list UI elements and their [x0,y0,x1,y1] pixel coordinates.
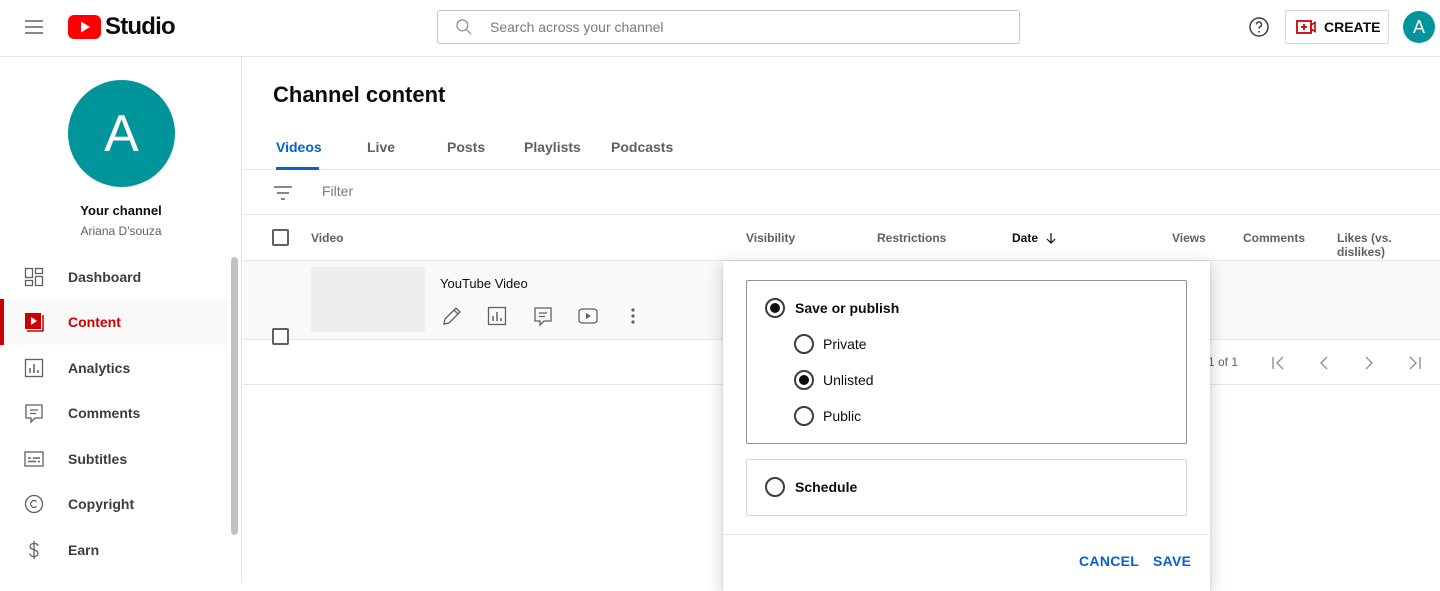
cancel-button[interactable]: CANCEL [1079,553,1139,569]
tab-videos[interactable]: Videos [276,139,322,170]
page-indicator: 1 of 1 [1208,355,1239,369]
sidebar-item-content[interactable]: Content [0,299,228,345]
analytics-icon [24,358,44,378]
sidebar-item-label: Subtitles [68,451,128,467]
studio-logo[interactable]: Studio [68,13,176,41]
sidebar-item-label: Dashboard [68,269,142,285]
schedule-radio[interactable] [765,477,785,497]
sidebar-item-label: Content [68,314,121,330]
schedule-label[interactable]: Schedule [795,479,857,495]
sidebar-item-label: Comments [68,405,141,421]
analytics-icon[interactable] [485,304,509,328]
column-date[interactable]: Date [1012,231,1058,245]
logo-text: Studio [105,13,176,40]
page-title: Channel content [273,82,446,107]
sidebar-scrollbar[interactable] [231,257,238,535]
column-likes[interactable]: Likes (vs. dislikes) [1337,231,1440,259]
private-radio[interactable] [794,334,814,354]
account-avatar[interactable]: A [1403,11,1435,43]
table-header: Video Visibility Restrictions Date Views… [243,215,1440,261]
save-or-publish-label[interactable]: Save or publish [795,300,899,316]
select-all-checkbox[interactable] [272,229,289,246]
video-title[interactable]: YouTube Video [440,276,528,291]
next-page-icon[interactable] [1357,351,1381,375]
column-visibility[interactable]: Visibility [746,231,795,245]
content-icon [25,313,44,332]
private-label[interactable]: Private [823,336,867,352]
edit-pencil-icon[interactable] [440,304,464,328]
sidebar-item-analytics[interactable]: Analytics [0,345,228,391]
channel-name: Ariana D'souza [80,224,162,238]
column-date-label: Date [1012,231,1039,245]
comments-icon[interactable] [531,304,555,328]
sidebar: A Your channel Ariana D'souza Dashboard … [0,57,242,583]
create-button[interactable]: CREATE [1285,10,1389,44]
filter-input[interactable] [322,183,622,199]
popup-footer: CANCEL SAVE [723,534,1210,591]
youtube-play-icon[interactable] [576,304,600,328]
unlisted-label[interactable]: Unlisted [823,372,874,388]
tab-posts[interactable]: Posts [447,139,485,170]
tab-podcasts[interactable]: Podcasts [611,139,673,170]
more-options-icon[interactable] [621,304,645,328]
tab-live[interactable]: Live [367,139,395,170]
search-input[interactable] [490,19,990,35]
column-video: Video [311,231,344,245]
last-page-icon[interactable] [1403,351,1427,375]
content-tabs: Videos Live Posts Playlists Podcasts [243,129,1440,170]
hamburger-menu-icon[interactable] [22,15,46,39]
sidebar-item-copyright[interactable]: Copyright [0,481,228,527]
previous-page-icon[interactable] [1312,351,1336,375]
sidebar-item-subtitles[interactable]: Subtitles [0,436,228,482]
sidebar-item-label: Earn [68,542,100,558]
sidebar-item-dashboard[interactable]: Dashboard [0,254,228,300]
filter-bar [243,170,1440,215]
search-icon [456,19,472,35]
column-views[interactable]: Views [1172,231,1206,245]
channel-avatar[interactable]: A [68,80,175,187]
video-thumbnail[interactable] [311,267,425,332]
subtitles-icon [24,451,44,467]
copyright-icon [24,494,44,514]
create-video-icon [1296,20,1316,34]
tab-playlists[interactable]: Playlists [524,139,581,170]
first-page-icon[interactable] [1266,351,1290,375]
save-button[interactable]: SAVE [1153,553,1191,569]
unlisted-radio[interactable] [794,370,814,390]
help-icon[interactable] [1247,15,1271,39]
dashboard-icon [24,267,44,287]
sidebar-item-comments[interactable]: Comments [0,390,228,436]
earn-icon [29,541,39,559]
save-or-publish-radio[interactable] [765,298,785,318]
save-or-publish-section: Save or publish Private Unlisted Public [746,280,1187,444]
youtube-logo-icon [68,15,101,39]
column-restrictions[interactable]: Restrictions [877,231,946,245]
schedule-section: Schedule [746,459,1187,516]
sidebar-item-earn[interactable]: Earn [0,527,228,573]
channel-title: Your channel [80,203,162,218]
sidebar-item-label: Copyright [68,496,135,512]
filter-icon[interactable] [271,181,295,205]
arrow-down-icon [1046,233,1056,244]
sidebar-item-label: Analytics [68,360,131,376]
column-comments[interactable]: Comments [1243,231,1305,245]
search-bar[interactable] [437,10,1020,44]
visibility-popup: Save or publish Private Unlisted Public … [723,261,1210,591]
public-radio[interactable] [794,406,814,426]
top-bar: Studio CREATE A [0,0,1440,57]
public-label[interactable]: Public [823,408,861,424]
create-label: CREATE [1324,19,1381,35]
comments-icon [25,404,43,424]
